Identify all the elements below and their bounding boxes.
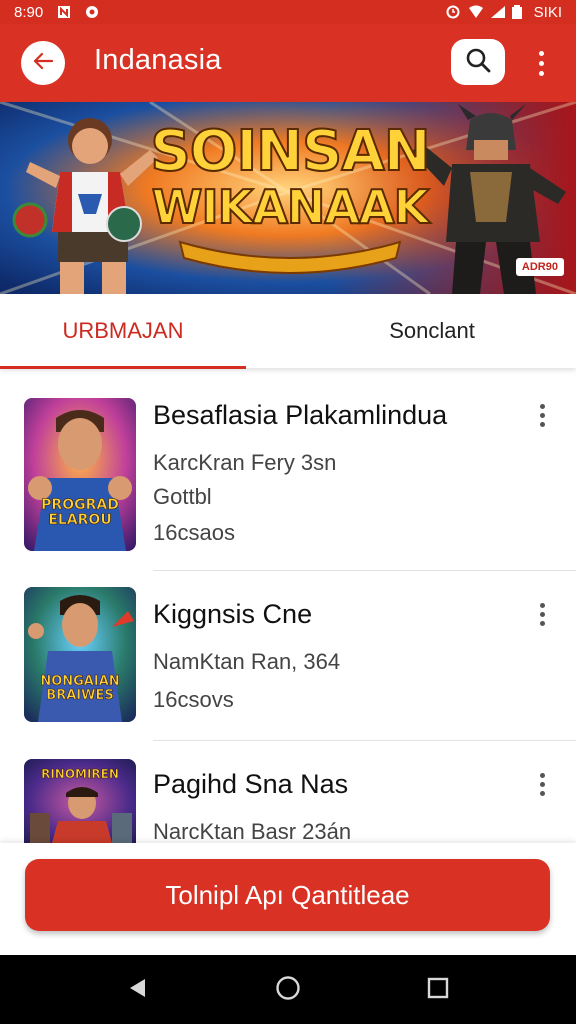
promo-banner[interactable]: SOINSAN WIKANAAK ADR90 [0, 102, 576, 294]
status-time: 8:90 [14, 3, 44, 21]
item-title: Besaflasia Plakamlindua [153, 400, 448, 430]
overflow-menu-button[interactable] [528, 46, 554, 80]
nav-recents-button[interactable] [421, 973, 455, 1007]
triangle-back-icon [127, 977, 149, 1004]
more-vertical-icon [539, 403, 545, 427]
primary-action-button[interactable]: Tolnipl Apı Qantitleae [25, 859, 550, 931]
item-title: Pagihd Sna Nas [153, 769, 349, 799]
item-menu-button[interactable] [532, 599, 552, 629]
battery-icon [511, 5, 526, 19]
app-notification-icon [85, 5, 99, 19]
notification-icon [57, 5, 71, 19]
tab-urbmajan[interactable]: URBMAJAN [0, 294, 246, 368]
item-title: Kiggnsis Cne [153, 599, 313, 629]
more-vertical-icon [539, 602, 545, 626]
item-menu-button[interactable] [532, 400, 552, 430]
page-title: Indanasia [94, 44, 222, 76]
list-item[interactable]: RINOMIREN Pagihd Sna Nas NarcKtan Basr 2… [0, 741, 576, 844]
more-vertical-icon [539, 772, 545, 796]
list-item[interactable]: NONGAIAN BRAIWES Kiggnsis Cne NamKtan Ra… [0, 571, 576, 741]
signal-icon [490, 5, 505, 19]
game-thumbnail: PROGRAD ELAROU [24, 398, 136, 551]
circle-home-icon [275, 975, 301, 1006]
thumbnail-caption-line-2: ELAROU [48, 511, 112, 528]
item-menu-button[interactable] [532, 769, 552, 799]
thumbnail-caption-line-2: BRAIWES [46, 687, 114, 703]
banner-title-line-1: SOINSAN [149, 119, 431, 184]
thumbnail-caption: NONGAIAN BRAIWES [24, 674, 136, 703]
item-meta: 16csovs [153, 687, 234, 712]
back-button[interactable] [21, 41, 65, 85]
wifi-icon [468, 5, 483, 19]
status-bar: 8:90 SIKI [0, 0, 576, 24]
item-detail: Gottbl [153, 484, 212, 509]
active-tab-indicator [0, 366, 246, 369]
game-thumbnail: RINOMIREN [24, 759, 136, 843]
banner-title-line-2: WIKANAAK [151, 180, 430, 234]
item-subtitle: NamKtan Ran, 364 [153, 649, 341, 674]
item-meta: 16csaos [153, 520, 235, 545]
bottom-action-panel: Tolnipl Apı Qantitleae [0, 843, 576, 955]
arrow-left-icon [32, 50, 54, 77]
app-bar: Indanasia [0, 24, 576, 102]
thumbnail-caption: PROGRAD ELAROU [24, 497, 136, 528]
nav-back-button[interactable] [121, 973, 155, 1007]
tab-bar: URBMAJAN Sonclant [0, 294, 576, 369]
banner-headline: SOINSAN WIKANAAK [140, 119, 440, 234]
system-navigation-bar [0, 955, 576, 1024]
status-battery-text: SIKI [533, 3, 562, 21]
list-item[interactable]: PROGRAD ELAROU Besaflasia Plakamlindua K… [0, 372, 576, 571]
square-recents-icon [427, 977, 449, 1004]
banner-badge: ADR90 [515, 258, 564, 276]
tab-sonclant[interactable]: Sonclant [288, 294, 576, 368]
alarm-icon [446, 5, 460, 19]
search-icon [464, 46, 492, 79]
more-vertical-icon [538, 50, 544, 76]
search-button[interactable] [451, 39, 505, 85]
game-thumbnail: NONGAIAN BRAIWES [24, 587, 136, 722]
item-subtitle: NarcKtan Basr 23án [153, 819, 352, 844]
thumbnail-caption-line-1: PROGRAD [41, 497, 119, 513]
thumbnail-caption-line-1: RINOMIREN [41, 767, 119, 782]
thumbnail-caption-line-1: NONGAIAN [40, 674, 120, 689]
nav-home-button[interactable] [271, 973, 305, 1007]
item-subtitle: KarcKran Fery 3sn [153, 450, 337, 475]
